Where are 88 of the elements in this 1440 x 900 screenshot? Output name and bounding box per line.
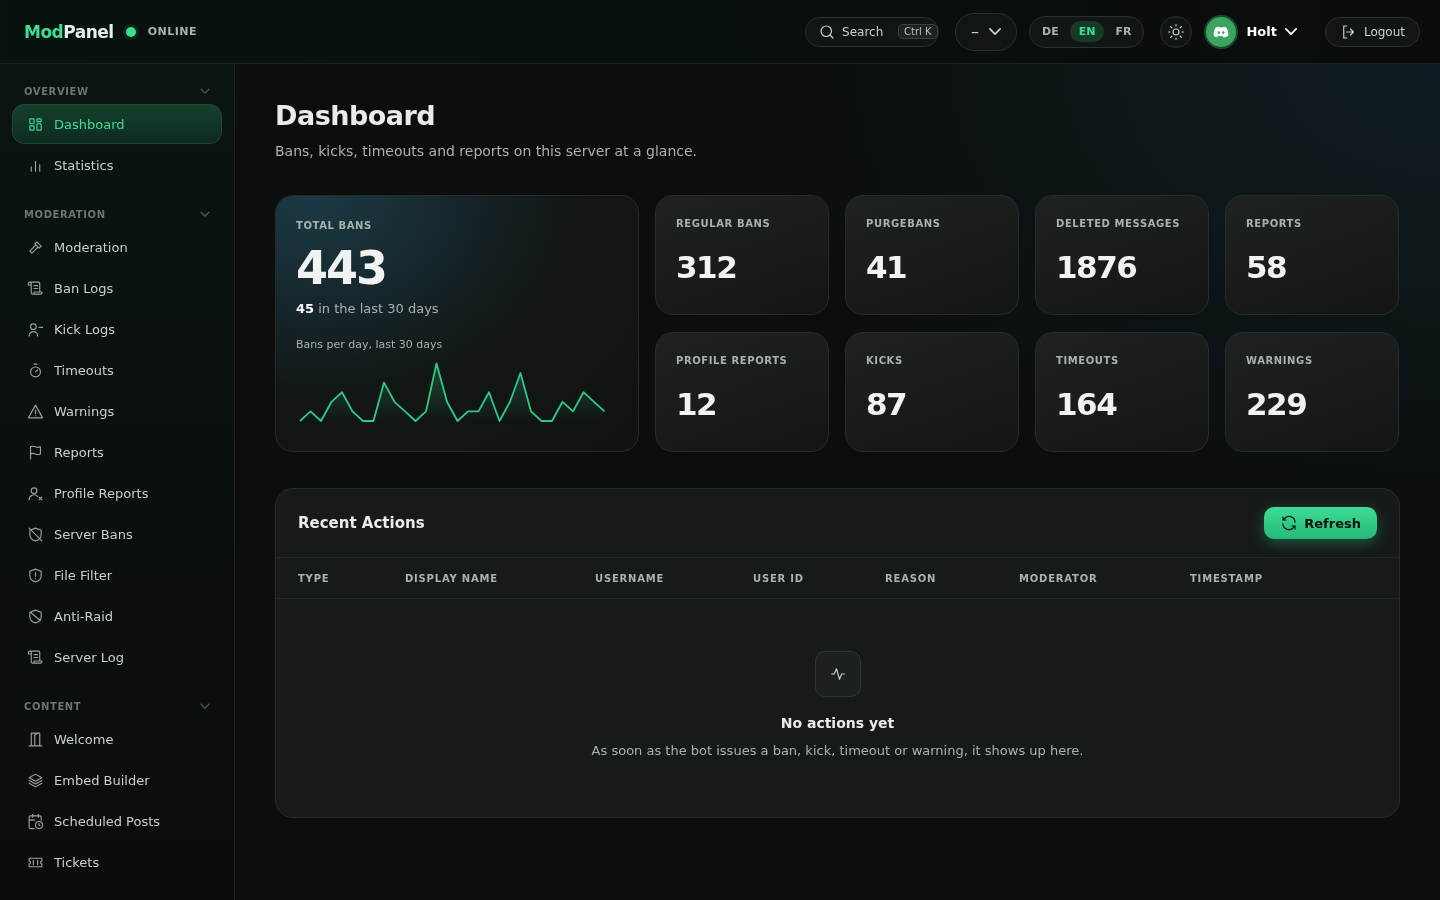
shield-alert-icon <box>27 566 44 584</box>
logout-button[interactable]: Logout <box>1324 16 1420 47</box>
panel-title: Recent Actions <box>298 514 425 532</box>
shield-icon <box>27 607 44 625</box>
column-header: TIMESTAMP <box>1190 572 1264 584</box>
stat-label: TOTAL BANS <box>296 220 373 231</box>
stat-label: PURGEBANS <box>866 218 942 229</box>
sidebar-item[interactable]: Dashboard <box>12 104 222 144</box>
sidebar-item[interactable]: Profile Reports <box>12 473 222 513</box>
sidebar-item[interactable]: Embed Builder <box>12 760 222 800</box>
sidebar-item[interactable]: Timeouts <box>12 350 222 390</box>
scroll-icon <box>27 648 44 666</box>
stat-value: 87 <box>866 386 908 422</box>
refresh-button[interactable]: Refresh <box>1264 507 1377 539</box>
sidebar-item[interactable]: Tickets <box>12 842 222 882</box>
shortcut-hint: Ctrl K <box>898 24 938 39</box>
sun-icon <box>1167 22 1186 41</box>
calendar-clock-icon <box>27 812 44 830</box>
avatar[interactable] <box>1206 16 1237 47</box>
sidebar-item[interactable]: Anti-Raid <box>12 596 222 636</box>
stat-label: PROFILE REPORTS <box>676 355 789 366</box>
stat-label: WARNINGS <box>1246 355 1314 366</box>
chart-caption: Bans per day, last 30 days <box>296 338 444 351</box>
empty-title: No actions yet <box>780 715 895 731</box>
sidebar-item[interactable]: Moderation <box>12 227 222 267</box>
sidebar-item[interactable]: Welcome <box>12 719 222 759</box>
column-header: MODERATOR <box>1019 572 1099 584</box>
layers-icon <box>27 771 44 789</box>
column-header: REASON <box>885 572 938 584</box>
grid-icon <box>27 115 44 133</box>
section-title: OVERVIEW <box>24 85 89 97</box>
chevron-down-icon[interactable] <box>200 703 210 709</box>
stat-label: DELETED MESSAGES <box>1056 218 1182 229</box>
chevron-down-icon <box>989 28 1002 35</box>
stat-value: 312 <box>676 249 738 285</box>
column-header: DISPLAY NAME <box>405 572 499 584</box>
sidebar-item[interactable]: File Filter <box>12 555 222 595</box>
sidebar-item[interactable]: Ban Logs <box>12 268 222 308</box>
sidebar-item[interactable]: Reports <box>12 432 222 472</box>
warning-icon <box>27 402 44 420</box>
section-title: CONTENT <box>24 700 82 712</box>
theme-toggle[interactable] <box>1160 15 1193 48</box>
stat-label: KICKS <box>866 355 904 366</box>
server-dropdown[interactable]: – <box>955 12 1018 51</box>
refresh-icon <box>1280 514 1299 532</box>
sidebar-item[interactable]: Kick Logs <box>12 309 222 349</box>
page-title: Dashboard <box>275 100 437 131</box>
stat-value: 1876 <box>1056 249 1138 285</box>
gavel-icon <box>27 238 44 256</box>
stat-value: 443 <box>296 241 388 295</box>
column-header: TYPE <box>298 572 331 584</box>
flag-icon <box>27 443 44 461</box>
status-label: ONLINE <box>147 25 198 38</box>
sidebar-item[interactable]: Server Log <box>12 637 222 677</box>
stat-value: 229 <box>1246 386 1308 422</box>
sidebar-item[interactable]: Warnings <box>12 391 222 431</box>
brand-logo: ModPanel <box>24 21 114 42</box>
sidebar-item[interactable]: Server Bans <box>12 514 222 554</box>
language-option[interactable]: FR <box>1106 21 1141 42</box>
stat-label: REGULAR BANS <box>676 218 772 229</box>
user-minus-icon <box>27 320 44 338</box>
column-header: USERNAME <box>595 572 666 584</box>
stat-value: 164 <box>1056 386 1118 422</box>
stat-label: REPORTS <box>1246 218 1303 229</box>
search-field[interactable]: Search <box>842 24 893 39</box>
door-icon <box>27 730 44 748</box>
stat-label: TIMEOUTS <box>1056 355 1120 366</box>
language-option[interactable]: DE <box>1033 21 1068 42</box>
user-x-icon <box>27 484 44 502</box>
scroll-icon <box>27 279 44 297</box>
user-menu[interactable]: Holt <box>1240 20 1303 43</box>
stat-value: 41 <box>866 249 908 285</box>
chevron-down-icon[interactable] <box>200 88 210 94</box>
activity-icon <box>814 651 861 697</box>
empty-text: As soon as the bot issues a ban, kick, timeout or warning, it shows up here. <box>591 743 1084 758</box>
page-subtitle: Bans, kicks, timeouts and reports on this server at a glance. <box>275 143 699 159</box>
stat-note: 45 in the last 30 days <box>296 301 440 316</box>
language-option[interactable]: EN <box>1069 21 1105 42</box>
stat-value: 58 <box>1246 249 1288 285</box>
shield-off-icon <box>27 525 44 543</box>
sidebar-item[interactable]: Statistics <box>12 145 222 185</box>
column-header: USER ID <box>753 572 805 584</box>
stopwatch-icon <box>27 361 44 379</box>
stat-value: 12 <box>676 386 718 422</box>
sidebar-item[interactable]: Scheduled Posts <box>12 801 222 841</box>
chevron-down-icon <box>1284 28 1297 35</box>
chevron-down-icon[interactable] <box>200 211 210 217</box>
section-title: MODERATION <box>24 208 106 220</box>
